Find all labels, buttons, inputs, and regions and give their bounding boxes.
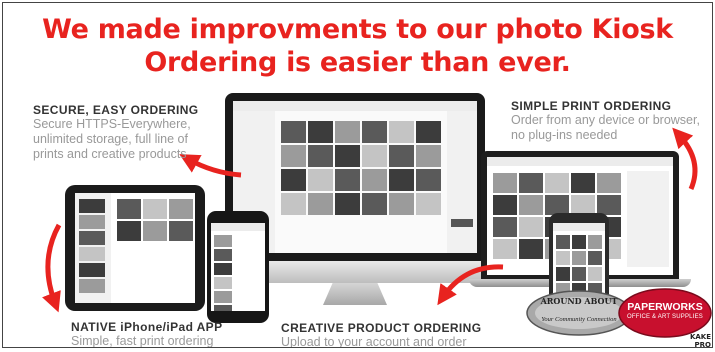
kake-pro-logo: KAKE PRO	[689, 333, 711, 348]
feature-description: Secure HTTPS-Everywhere, unlimited stora…	[33, 117, 191, 161]
feature-title: NATIVE iPhone/iPad APP	[71, 320, 223, 334]
paperworks-name: PAPERWORKS	[627, 301, 703, 313]
feature-title: SIMPLE PRINT ORDERING	[511, 99, 672, 113]
feature-description: Upload to your account and order	[281, 335, 467, 348]
curved-arrow-icon	[437, 264, 504, 306]
feature-secure-ordering: SECURE, EASY ORDERING Secure HTTPS-Every…	[33, 103, 213, 162]
feature-title: SECURE, EASY ORDERING	[33, 103, 199, 117]
feature-native-app: NATIVE iPhone/iPad APP Simple, fast prin…	[71, 320, 271, 348]
curved-arrow-icon	[672, 127, 698, 190]
feature-simple-print: SIMPLE PRINT ORDERING Order from any dev…	[511, 99, 701, 143]
curved-arrow-icon	[42, 223, 62, 313]
kiosk-ad-banner: We made improvments to our photo Kiosk O…	[2, 2, 713, 348]
paperworks-tagline: OFFICE & ART SUPPLIES	[626, 314, 703, 320]
feature-description: Simple, fast print ordering	[71, 334, 214, 348]
feature-title: CREATIVE PRODUCT ORDERING	[281, 321, 482, 335]
feature-creative-product: CREATIVE PRODUCT ORDERING Upload to your…	[281, 321, 491, 348]
feature-description: Order from any device or browser, no plu…	[511, 113, 700, 142]
